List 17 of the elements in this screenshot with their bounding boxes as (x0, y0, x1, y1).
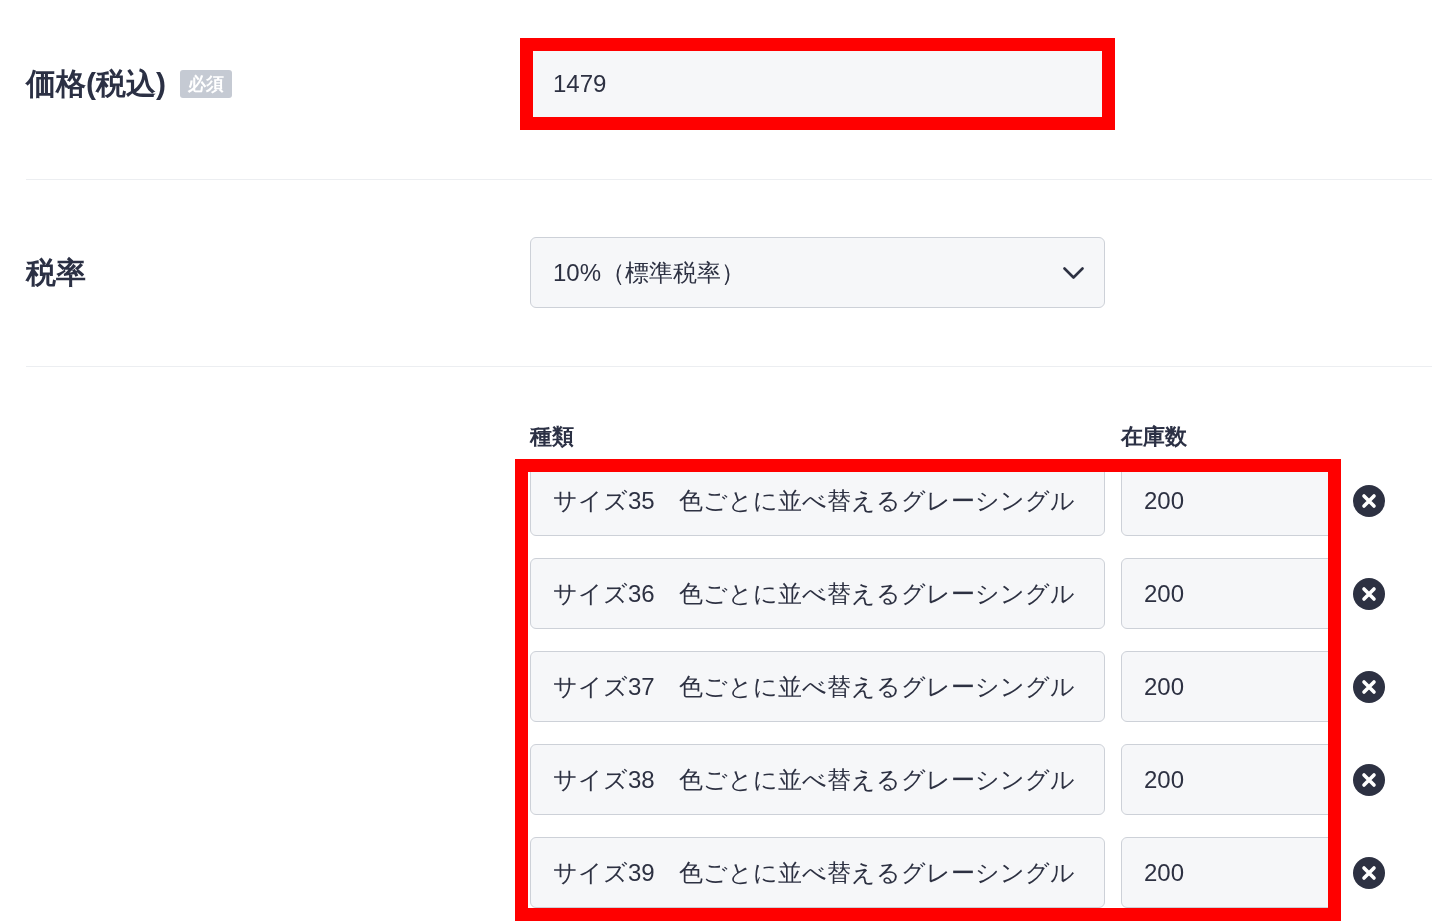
tax-rate-select[interactable]: 10%（標準税率） (530, 237, 1105, 308)
column-header: 在庫数 (1121, 423, 1187, 451)
close-icon[interactable] (1353, 856, 1385, 889)
field-label: 価格(税込) (26, 69, 166, 99)
variant-name-input[interactable]: サイズ37 色ごとに並べ替えるグレーシングル (530, 651, 1105, 722)
variant-name-input[interactable]: サイズ38 色ごとに並べ替えるグレーシングル (530, 744, 1105, 815)
variant-name-input[interactable]: サイズ39 色ごとに並べ替えるグレーシングル (530, 837, 1105, 908)
required-badge: 必須 (180, 70, 232, 98)
field-label: 税率 (26, 257, 86, 288)
close-icon[interactable] (1353, 577, 1385, 610)
column-header: 種類 (530, 423, 575, 451)
close-icon[interactable] (1353, 670, 1385, 703)
variant-name-input[interactable]: サイズ36 色ごとに並べ替えるグレーシングル (530, 558, 1105, 629)
close-icon[interactable] (1353, 763, 1385, 796)
price-input[interactable]: 1479 (530, 48, 1105, 120)
close-icon[interactable] (1353, 484, 1385, 517)
chevron-down-icon (1063, 266, 1084, 279)
